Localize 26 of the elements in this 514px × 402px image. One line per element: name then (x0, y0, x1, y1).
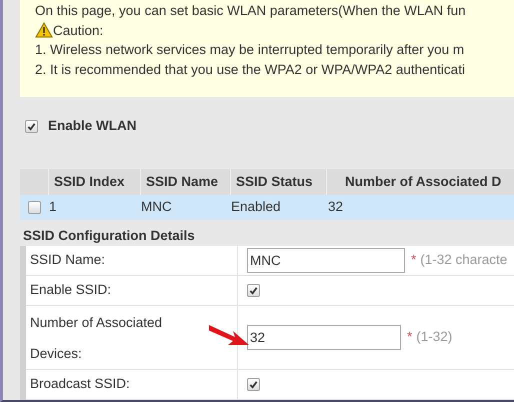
table-cell-text: 32 (327, 198, 344, 216)
table-cell-text: 1 (48, 198, 58, 216)
required-mark: * (407, 328, 412, 346)
caution-label: Caution: (53, 22, 104, 40)
warning-icon (35, 22, 53, 38)
table-cell-text: MNC (140, 198, 173, 216)
field-hint: (1-32) (416, 328, 452, 346)
field-hint: (1-32 characte (420, 251, 508, 270)
field-label: SSID Name: (30, 251, 106, 270)
table-cell-text: Enabled (230, 198, 282, 216)
text-field[interactable]: 32 (247, 325, 401, 350)
row-checkbox[interactable] (28, 201, 40, 214)
required-mark: * (411, 251, 416, 270)
field-checkbox[interactable] (247, 284, 260, 297)
section-title: SSID Configuration Details (23, 227, 196, 245)
caution-item: 2. It is recommended that you use the WPA2 or WPA/WPA2 authenticati (35, 60, 466, 79)
field-checkbox[interactable] (247, 378, 260, 391)
field-label: Broadcast SSID: (30, 375, 130, 394)
table-row[interactable]: 1 MNC Enabled 32 (20, 195, 514, 220)
enable-wlan-checkbox[interactable] (25, 120, 38, 132)
text-field[interactable]: MNC (247, 248, 405, 273)
field-label: Enable SSID: (30, 281, 112, 300)
caution-item: 1. Wireless network services may be interrupted temporarily after you m (35, 41, 466, 59)
notice-text: On this page, you can set basic WLAN parameters(When the WLAN fun (35, 2, 467, 20)
enable-wlan-label: Enable WLAN (48, 116, 137, 135)
field-label: Number of Associated Devices: (30, 314, 164, 362)
